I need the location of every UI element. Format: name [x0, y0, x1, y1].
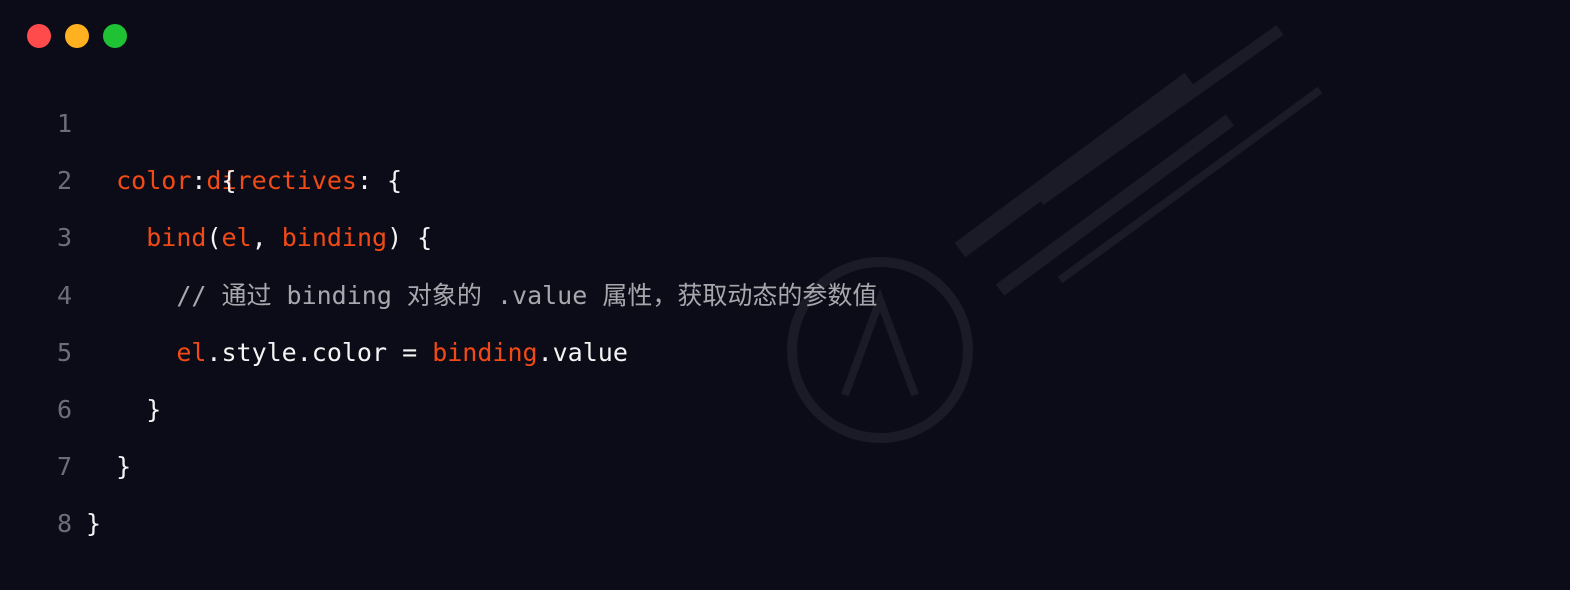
code-line: 1 directives: {	[0, 95, 877, 195]
code-token: color	[116, 166, 192, 196]
code-line: 7 }	[0, 438, 877, 495]
code-token: : {	[356, 166, 403, 196]
line-content: // 通过 binding 对象的 .value 属性，获取动态的参数值	[86, 267, 877, 324]
line-number: 5	[56, 337, 72, 367]
code-line: 3 bind(el, binding) {	[0, 209, 877, 266]
minimize-button[interactable]	[65, 24, 89, 48]
code-token: ) {	[387, 223, 433, 253]
code-token: binding	[281, 223, 388, 253]
code-line: 2 color: {	[0, 152, 877, 209]
code-window: 1 directives: { 2 color: { 3 bind(el, bi…	[0, 0, 1570, 590]
code-token: el	[176, 337, 207, 367]
code-token: el	[221, 223, 252, 253]
code-line: 8 }	[0, 495, 877, 552]
code-line: 6 }	[0, 381, 877, 438]
line-content: color: {	[86, 152, 237, 209]
code-token: .value	[537, 337, 628, 367]
line-number: 7	[56, 452, 72, 482]
code-token: }	[86, 394, 162, 424]
code-comment: // 通过 binding 对象的 .value 属性，获取动态的参数值	[176, 280, 878, 310]
line-content: }	[86, 438, 131, 495]
window-controls	[27, 24, 127, 48]
line-content: bind(el, binding) {	[86, 209, 432, 266]
line-content: }	[86, 381, 161, 438]
line-content: directives: {	[86, 95, 402, 195]
code-token: : {	[191, 166, 237, 196]
code-token: bind	[146, 223, 207, 253]
maximize-button[interactable]	[103, 24, 127, 48]
line-number: 1	[56, 109, 72, 138]
code-token: (	[206, 223, 222, 253]
line-content: }	[86, 495, 101, 552]
line-content: el.style.color = binding.value	[86, 324, 628, 381]
code-token: }	[86, 509, 102, 539]
line-number: 3	[56, 223, 72, 253]
code-line: 4 // 通过 binding 对象的 .value 属性，获取动态的参数值	[0, 267, 877, 324]
code-token: binding	[432, 337, 538, 367]
close-button[interactable]	[27, 24, 51, 48]
line-number: 8	[56, 509, 72, 539]
code-token: }	[86, 452, 132, 482]
code-token: .style.color =	[206, 337, 433, 367]
code-block: 1 directives: { 2 color: { 3 bind(el, bi…	[0, 95, 877, 553]
line-number: 2	[56, 166, 72, 196]
line-number: 6	[56, 394, 72, 424]
code-line: 5 el.style.color = binding.value	[0, 324, 877, 381]
line-number: 4	[56, 280, 72, 310]
code-token: ,	[251, 223, 282, 253]
